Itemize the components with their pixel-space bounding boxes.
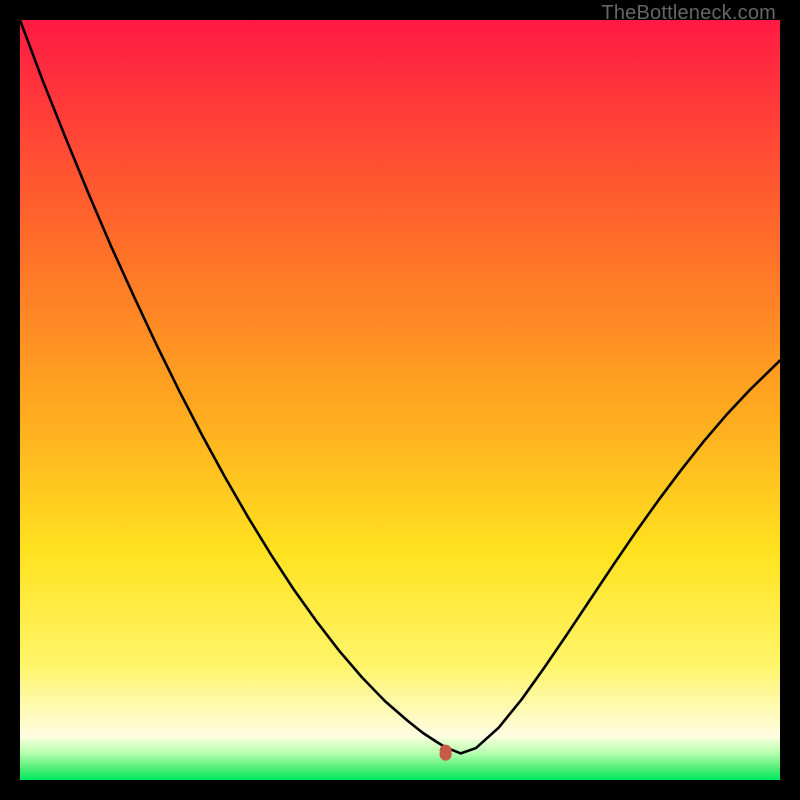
watermark-text: TheBottleneck.com	[601, 2, 776, 25]
chart-frame	[20, 20, 780, 780]
green-zone	[20, 738, 780, 780]
gradient-background	[20, 20, 780, 780]
bottleneck-chart	[20, 20, 780, 780]
optimal-marker	[440, 745, 452, 761]
